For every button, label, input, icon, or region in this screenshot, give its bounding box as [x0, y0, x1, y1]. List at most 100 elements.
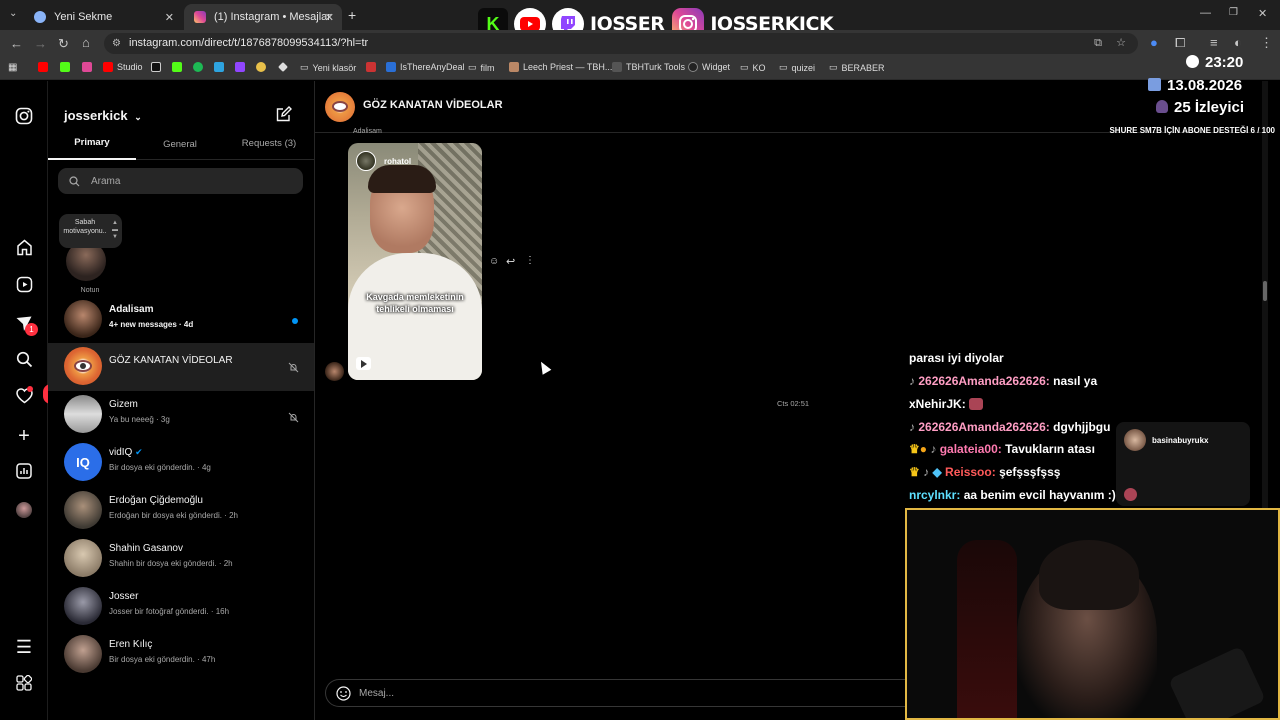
tab-new[interactable]: Yeni Sekme ✕: [24, 4, 182, 30]
extension-icon[interactable]: ●: [1150, 35, 1158, 50]
close-icon[interactable]: ✕: [165, 11, 174, 24]
scrollbar-thumb[interactable]: [1263, 281, 1267, 301]
bookmark-label: BERABER: [841, 62, 885, 73]
dashboard-icon[interactable]: [14, 463, 34, 483]
note-text: Sabah motivasyonu..: [63, 219, 107, 235]
search-icon[interactable]: [14, 351, 34, 371]
messages-icon[interactable]: 1: [14, 315, 38, 336]
tab-search-chevron-icon[interactable]: ⌄: [9, 8, 17, 19]
pupil: [80, 363, 86, 369]
conversation-item-selected[interactable]: GÖZ KANATAN VİDEOLAR: [48, 343, 314, 391]
meta-apps-icon[interactable]: [14, 674, 34, 695]
instagram-icon: [194, 11, 206, 23]
group-avatar: [64, 347, 102, 385]
react-icon[interactable]: ☺: [489, 256, 499, 267]
bookmark-icon-twitch[interactable]: [235, 62, 249, 72]
reload-icon[interactable]: ↻: [58, 36, 69, 52]
conversation-item[interactable]: Josser Josser bir fotoğraf gönderdi. · 1…: [48, 583, 314, 631]
install-icon[interactable]: ⧉: [1094, 33, 1102, 54]
stream-chat-line: ♛ ♪ ◆ Reissoo: şefşsşfşsş: [909, 465, 1060, 479]
menu-icon[interactable]: ⋮: [1260, 35, 1273, 51]
group-avatar[interactable]: [325, 92, 355, 122]
conversation-item[interactable]: Adalisam 4+ new messages · 4d: [48, 296, 314, 344]
tab-primary[interactable]: Primary: [48, 137, 136, 148]
bookmark-icon-misc[interactable]: [278, 62, 292, 72]
more-menu-icon[interactable]: ☰: [14, 637, 34, 657]
chat-title[interactable]: GÖZ KANATAN VİDEOLAR: [363, 99, 503, 111]
restore-button[interactable]: ❐: [1229, 7, 1238, 18]
bookmark-icon-youtube[interactable]: [38, 62, 52, 72]
minimize-button[interactable]: —: [1200, 7, 1211, 19]
home-icon[interactable]: ⌂: [82, 35, 90, 50]
site-info-icon[interactable]: ⚙: [112, 33, 121, 54]
reply-icon[interactable]: ↩: [506, 255, 515, 268]
bookmark-tbhturk[interactable]: TBHTurk Tools: [612, 62, 685, 72]
conversation-item[interactable]: Eren Kılıç Bir dosya eki gönderdin. · 47…: [48, 631, 314, 679]
conversation-item[interactable]: Erdoğan Çiğdemoğlu Erdoğan bir dosya eki…: [48, 487, 314, 535]
tab-general[interactable]: General: [136, 139, 224, 150]
new-message-icon[interactable]: [276, 106, 292, 127]
username-switcher[interactable]: josserkick ⌄: [64, 108, 142, 123]
conversation-item[interactable]: Shahin Gasanov Shahin bir dosya eki gönd…: [48, 535, 314, 583]
bookmark-icon-kick2[interactable]: [172, 62, 186, 72]
reels-icon[interactable]: [14, 276, 34, 296]
note-bubble[interactable]: Sabah motivasyonu.. ▲ ▬ ▼: [59, 214, 122, 248]
message-input[interactable]: Mesaj...: [325, 679, 925, 707]
more-options-icon[interactable]: ⋮: [525, 255, 535, 266]
shared-reel-card[interactable]: rohatol Kavgada memleketinin tehlikeli o…: [348, 143, 482, 380]
bookmark-folder-film[interactable]: ▭ film: [468, 62, 495, 73]
bookmark-icon-instagram[interactable]: [82, 62, 96, 72]
username: josserkick: [64, 108, 128, 123]
conversation-name-text: vidIQ: [109, 447, 133, 458]
bookmark-folder-quizei[interactable]: ▭ quizei: [779, 62, 815, 73]
muted-icon: [288, 410, 299, 428]
bookmark-icon-tiktok[interactable]: [151, 62, 165, 72]
tab-requests[interactable]: Requests (3): [224, 138, 314, 149]
bookmark-label: Widget: [702, 62, 731, 72]
media-icon[interactable]: ≡: [1210, 35, 1218, 50]
vidiq-logo-icon: IQ: [64, 443, 102, 481]
forward-icon[interactable]: →: [34, 36, 47, 51]
heart-icon[interactable]: [14, 386, 34, 408]
conversation-item[interactable]: IQ vidIQ ✔ Bir dosya eki gönderdin. · 4g: [48, 439, 314, 487]
clock-icon: [1186, 55, 1199, 68]
chat-message: nasıl ya: [1053, 374, 1098, 388]
profile-icon[interactable]: ◐: [1234, 35, 1242, 50]
bookmark-isthereanydeal[interactable]: [366, 62, 380, 72]
tab-label: Requests (3): [241, 138, 297, 149]
url-bar[interactable]: ⚙ instagram.com/direct/t/187687809953411…: [104, 33, 1138, 54]
apps-icon[interactable]: ▦: [8, 62, 17, 73]
folder-icon: ▭: [740, 62, 749, 72]
close-icon[interactable]: ✕: [325, 11, 334, 24]
window-close-button[interactable]: ✕: [1258, 7, 1267, 20]
conversation-item[interactable]: Gizem Ya bu neeeğ · 3g: [48, 391, 314, 439]
bookmark-icon-kick[interactable]: [60, 62, 74, 72]
bookmark-icon-edge[interactable]: [214, 62, 228, 72]
conversation-name: Shahin Gasanov: [109, 543, 183, 554]
bookmark-icon-spotify[interactable]: [193, 62, 207, 72]
bookmark-studio[interactable]: Studio: [103, 62, 143, 72]
home-icon[interactable]: [14, 239, 34, 259]
chair: [957, 540, 1017, 718]
emoji-icon[interactable]: [336, 686, 351, 706]
create-icon[interactable]: +: [14, 426, 34, 446]
folder-icon: ▭: [300, 62, 309, 72]
bookmark-star-icon[interactable]: ☆: [1116, 33, 1126, 54]
bookmark-folder-ko[interactable]: ▭ KO: [740, 62, 766, 73]
bookmark-icon-steam[interactable]: [256, 62, 270, 72]
new-tab-button[interactable]: +: [348, 7, 356, 23]
viewers-text: 25 İzleyici: [1174, 99, 1245, 116]
bookmark-folder-yeni[interactable]: ▭ Yeni klasör: [300, 62, 356, 73]
extensions-puzzle-icon[interactable]: ⧠: [1175, 35, 1185, 51]
instagram-logo-icon[interactable]: [14, 107, 34, 127]
tab-instagram[interactable]: (1) Instagram • Mesajlar ✕: [184, 4, 342, 30]
bookmark-isthereanydeal-label[interactable]: IsThereAnyDeal: [386, 62, 465, 72]
streamer-hair: [1039, 540, 1139, 610]
back-icon[interactable]: ←: [10, 36, 23, 51]
conversation-name: Josser: [109, 591, 139, 602]
bookmark-widget[interactable]: Widget: [688, 62, 730, 72]
profile-avatar[interactable]: [14, 500, 34, 520]
bookmark-leech[interactable]: Leech Priest — TBH...: [509, 62, 612, 72]
search-input[interactable]: Arama: [58, 168, 303, 194]
bookmark-folder-beraber[interactable]: ▭ BERABER: [829, 62, 885, 73]
